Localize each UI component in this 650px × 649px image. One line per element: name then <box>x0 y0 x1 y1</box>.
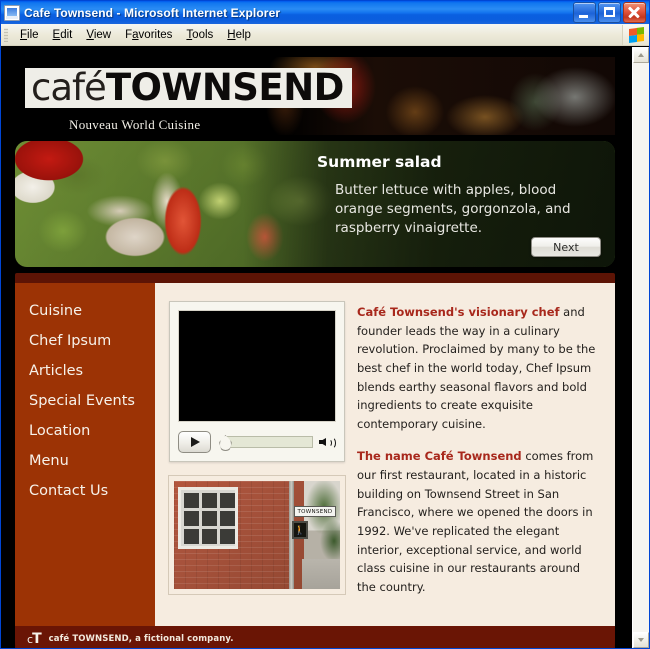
chevron-up-icon <box>638 53 644 57</box>
page-viewport: caféTOWNSEND Nouveau World Cuisine Summe… <box>1 47 632 648</box>
browser-window: Cafe Townsend - Microsoft Internet Explo… <box>0 0 650 649</box>
menu-file[interactable]: File <box>13 27 46 43</box>
sidebar-item-special-events[interactable]: Special Events <box>15 387 155 417</box>
sidebar-nav: Cuisine Chef Ipsum Articles Special Even… <box>15 283 155 627</box>
sidewalk <box>302 559 340 589</box>
walk-signal-icon: 🚶 <box>292 521 308 539</box>
scrollbar-track[interactable] <box>633 63 649 632</box>
window-buttons <box>573 2 647 23</box>
play-button[interactable] <box>178 431 211 453</box>
seek-track <box>225 436 313 448</box>
close-button[interactable] <box>623 2 646 23</box>
footer-text: café TOWNSEND, a fictional company. <box>48 634 234 645</box>
sidebar-item-chef-ipsum[interactable]: Chef Ipsum <box>15 327 155 357</box>
ie-logo-button[interactable] <box>622 24 649 45</box>
paragraph-1: Café Townsend's visionary chef and found… <box>357 303 599 433</box>
street-sign: TOWNSEND <box>294 506 336 517</box>
footer-mark-t: T <box>32 631 42 648</box>
site-logo[interactable]: caféTOWNSEND <box>25 68 352 108</box>
sidebar-item-cuisine[interactable]: Cuisine <box>15 297 155 327</box>
article-copy: Café Townsend's visionary chef and found… <box>357 301 599 610</box>
paragraph-2-lead: The name Café Townsend <box>357 449 522 464</box>
footer-logo-mark: cT <box>27 632 42 646</box>
play-icon <box>191 437 200 447</box>
paragraph-2: The name Café Townsend comes from our fi… <box>357 447 599 596</box>
menu-help[interactable]: Help <box>220 27 258 43</box>
street-photo: TOWNSEND 🚶 <box>168 475 346 595</box>
hero-description: Butter lettuce with apples, blood orange… <box>335 182 571 237</box>
body-columns: Cuisine Chef Ipsum Articles Special Even… <box>15 283 615 627</box>
vertical-scrollbar[interactable] <box>632 47 649 648</box>
video-stage[interactable] <box>178 310 336 422</box>
hero-next-button[interactable]: Next <box>531 237 601 257</box>
video-player <box>169 301 345 462</box>
sidebar-item-contact-us[interactable]: Contact Us <box>15 477 155 507</box>
scroll-up-button[interactable] <box>633 47 649 63</box>
browser-client-area: caféTOWNSEND Nouveau World Cuisine Summe… <box>1 46 649 648</box>
main-content: TOWNSEND 🚶 Café Townsend's visionary che… <box>155 283 615 627</box>
menu-edit[interactable]: Edit <box>46 27 80 43</box>
building-window <box>178 487 238 549</box>
site-banner: caféTOWNSEND Nouveau World Cuisine <box>15 57 615 135</box>
hero-title: Summer salad <box>317 153 442 171</box>
title-bar: Cafe Townsend - Microsoft Internet Explo… <box>1 1 649 24</box>
webpage: caféTOWNSEND Nouveau World Cuisine Summe… <box>15 57 615 648</box>
hero-text-block: Summer salad Butter lettuce with apples,… <box>317 153 601 238</box>
paragraph-2-rest: comes from our first restaurant, located… <box>357 449 594 594</box>
video-controls <box>178 431 336 453</box>
ie-document-icon <box>4 4 20 21</box>
site-tagline: Nouveau World Cuisine <box>69 117 201 132</box>
minimize-button[interactable] <box>573 2 596 23</box>
menu-tools[interactable]: Tools <box>179 27 220 43</box>
hero-slideshow: Summer salad Butter lettuce with apples,… <box>15 141 615 267</box>
page-body: Cuisine Chef Ipsum Articles Special Even… <box>15 273 615 648</box>
logo-cafe-word: café <box>31 66 107 109</box>
chevron-down-icon <box>638 638 644 642</box>
media-column: TOWNSEND 🚶 <box>168 301 346 595</box>
scroll-down-button[interactable] <box>633 632 649 648</box>
paragraph-1-lead: Café Townsend's visionary chef <box>357 305 560 319</box>
sidebar-item-articles[interactable]: Articles <box>15 357 155 387</box>
windows-flag-icon <box>628 26 644 43</box>
paragraph-1-rest: and founder leads the way in a culinary … <box>357 305 596 431</box>
logo-townsend-word: TOWNSEND <box>105 66 345 109</box>
sidebar-item-menu[interactable]: Menu <box>15 447 155 477</box>
menu-grip[interactable] <box>4 27 8 42</box>
menu-view[interactable]: View <box>79 27 118 43</box>
menu-bar: File Edit View Favorites Tools Help <box>1 24 649 46</box>
menu-favorites[interactable]: Favorites <box>118 27 179 43</box>
maximize-button[interactable] <box>598 2 621 23</box>
window-title: Cafe Townsend - Microsoft Internet Explo… <box>24 5 281 20</box>
site-footer: cT café TOWNSEND, a fictional company. <box>15 626 615 648</box>
volume-icon[interactable] <box>319 435 336 449</box>
seek-slider[interactable] <box>217 434 313 451</box>
sidebar-item-location[interactable]: Location <box>15 417 155 447</box>
